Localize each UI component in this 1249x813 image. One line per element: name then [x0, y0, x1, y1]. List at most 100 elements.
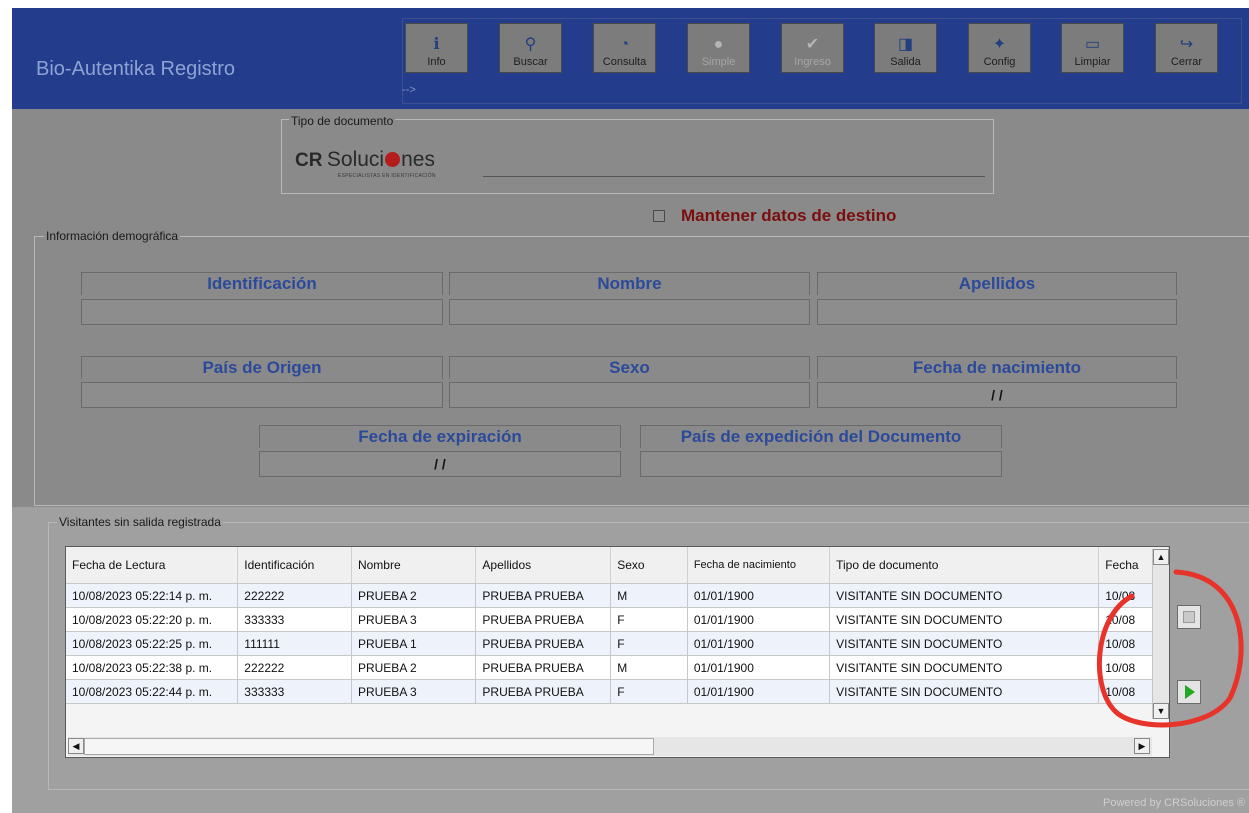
pais-origen-label: País de Origen — [81, 356, 443, 379]
query-icon: ◔ — [619, 36, 630, 53]
table-cell: M — [610, 583, 688, 608]
fecha-nacimiento-field[interactable]: / / — [817, 382, 1177, 408]
table-cell: F — [610, 631, 688, 656]
keep-destination-option[interactable]: Mantener datos de destino — [653, 206, 896, 226]
logo-tagline: ESPECIALISTAS EN IDENTIFICACIÓN — [338, 173, 436, 179]
check-icon: ✔ — [805, 36, 820, 53]
pais-expedicion-label: País de expedición del Documento — [640, 425, 1002, 448]
column-header[interactable]: Fecha de nacimiento — [687, 547, 831, 584]
keep-destination-checkbox[interactable] — [653, 210, 665, 222]
scroll-left-icon[interactable]: ◀ — [68, 738, 84, 754]
toolbar-button-label: Info — [427, 56, 446, 68]
toolbar-button-label: Consulta — [602, 56, 647, 68]
highlight-circle — [1097, 569, 1244, 728]
toolbar-button-salida[interactable]: ◨ Salida — [874, 23, 937, 73]
apellidos-field[interactable] — [817, 299, 1177, 325]
nombre-field[interactable] — [449, 299, 810, 325]
document-type-label: Tipo de documento — [289, 114, 396, 128]
table-header-row: Fecha de Lectura Identificación Nombre Apel… — [66, 547, 1169, 584]
toolbar-button-limpiar[interactable]: ▭ Limpiar — [1061, 23, 1124, 73]
nombre-label: Nombre — [449, 272, 810, 295]
scroll-right-icon[interactable]: ▶ — [1134, 738, 1150, 754]
table-cell: 10/08/2023 05:22:38 p. m. — [66, 655, 239, 680]
table-row[interactable]: 10/08/2023 05:22:14 p. m. 222222 PRUEBA 2P… — [66, 583, 1169, 608]
pais-origen-field[interactable] — [81, 382, 443, 408]
table-cell: VISITANTE SIN DOCUMENTO — [829, 631, 1100, 656]
toolbar-button-label: Config — [983, 56, 1016, 68]
table-row[interactable]: 10/08/2023 05:22:38 p. m. 222222 PRUEBA 2P… — [66, 655, 1169, 680]
logo-dot-icon — [385, 152, 401, 167]
identificacion-field[interactable] — [81, 299, 443, 325]
table-cell: 10/08/2023 05:22:20 p. m. — [66, 607, 239, 632]
toolbar-button-simple[interactable]: ● Simple — [687, 23, 750, 73]
table-cell: F — [610, 679, 688, 704]
table-row[interactable]: 10/08/2023 05:22:44 p. m. 333333 PRUEBA 3P… — [66, 679, 1169, 704]
horizontal-scroll-thumb[interactable] — [84, 738, 654, 755]
visitors-label: Visitantes sin salida registrada — [57, 515, 223, 529]
config-icon: ✦ — [992, 36, 1007, 53]
visitors-table: Fecha de Lectura Identificación Nombre Apel… — [65, 546, 1170, 758]
identificacion-label: Identificación — [81, 272, 443, 295]
pais-expedicion-field[interactable] — [640, 451, 1002, 477]
document-type-underline — [483, 176, 985, 177]
table-cell: PRUEBA PRUEBA — [475, 655, 612, 680]
table-cell: F — [610, 607, 688, 632]
app-title: Bio-Autentika Registro — [36, 58, 235, 80]
toolbar-button-label: Salida — [890, 56, 921, 68]
table-row[interactable]: 10/08/2023 05:22:25 p. m. 111111 PRUEBA 1P… — [66, 631, 1169, 656]
keep-destination-label: Mantener datos de destino — [681, 206, 897, 225]
table-cell: VISITANTE SIN DOCUMENTO — [829, 655, 1100, 680]
column-header[interactable]: Nombre — [351, 547, 477, 584]
exit-door-icon: ◨ — [897, 36, 914, 53]
table-cell: PRUEBA PRUEBA — [475, 583, 612, 608]
column-header[interactable]: Sexo — [610, 547, 688, 584]
table-cell: 10/08/2023 05:22:44 p. m. — [66, 679, 239, 704]
clear-icon: ▭ — [1084, 36, 1101, 53]
sexo-label: Sexo — [449, 356, 810, 379]
toolbar-button-label: Ingreso — [794, 56, 831, 68]
column-header[interactable]: Tipo de documento — [829, 547, 1100, 584]
table-cell: M — [610, 655, 688, 680]
table-cell: 111111 — [237, 631, 352, 656]
left-border — [0, 0, 12, 813]
toolbar-button-ingreso[interactable]: ✔ Ingreso — [781, 23, 844, 73]
crsoluciones-logo: CR Soluci nes — [295, 148, 435, 171]
powered-by: Powered by CRSoluciones ® — [1102, 797, 1245, 809]
toolbar-button-buscar[interactable]: ⚲ Buscar — [499, 23, 562, 73]
table-cell: VISITANTE SIN DOCUMENTO — [829, 607, 1100, 632]
table-cell: PRUEBA 3 — [351, 607, 477, 632]
table-cell: 333333 — [237, 607, 352, 632]
table-row[interactable]: 10/08/2023 05:22:20 p. m. 333333 PRUEBA 3P… — [66, 607, 1169, 632]
column-header[interactable]: Apellidos — [475, 547, 612, 584]
table-cell: 01/01/1900 — [687, 679, 831, 704]
table-cell: 01/01/1900 — [687, 655, 831, 680]
search-icon: ⚲ — [524, 36, 537, 53]
table-cell: 333333 — [237, 679, 352, 704]
column-header[interactable]: Identificación — [237, 547, 352, 584]
table-cell: PRUEBA 1 — [351, 631, 477, 656]
fecha-expiracion-label: Fecha de expiración — [259, 425, 621, 448]
column-header[interactable]: Fecha de Lectura — [66, 547, 239, 584]
table-cell: PRUEBA 2 — [351, 655, 477, 680]
horizontal-scrollbar[interactable]: ◀ ▶ — [68, 737, 1152, 756]
toolbar-button-consulta[interactable]: ◔ Consulta — [593, 23, 656, 73]
table-cell: 10/08/2023 05:22:25 p. m. — [66, 631, 239, 656]
toolbar-button-label: Simple — [701, 56, 736, 68]
table-cell: PRUEBA 3 — [351, 679, 477, 704]
toolbar-button-cerrar[interactable]: ↪ Cerrar — [1155, 23, 1218, 73]
table-cell: PRUEBA 2 — [351, 583, 477, 608]
sexo-field[interactable] — [449, 382, 810, 408]
table-cell: 01/01/1900 — [687, 583, 831, 608]
toolbar-button-label: Cerrar — [1170, 56, 1203, 68]
fecha-nacimiento-label: Fecha de nacimiento — [817, 356, 1177, 379]
table-cell: PRUEBA PRUEBA — [475, 679, 612, 704]
toolbar-button-config[interactable]: ✦ Config — [968, 23, 1031, 73]
table-cell: 01/01/1900 — [687, 607, 831, 632]
info-icon: ℹ — [433, 36, 440, 53]
apellidos-label: Apellidos — [817, 272, 1177, 295]
table-cell: PRUEBA PRUEBA — [475, 631, 612, 656]
fecha-expiracion-field[interactable]: / / — [259, 451, 621, 477]
toolbar-button-info[interactable]: ℹ Info — [405, 23, 468, 73]
top-border — [0, 0, 1249, 8]
table-cell: VISITANTE SIN DOCUMENTO — [829, 583, 1100, 608]
